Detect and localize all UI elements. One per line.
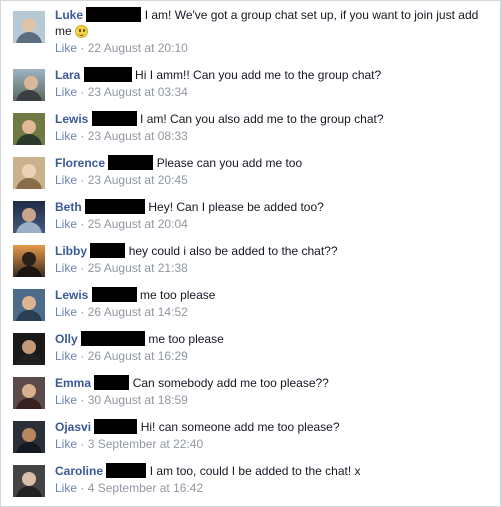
like-link[interactable]: Like — [55, 217, 77, 231]
comment-item: Luke I am! We've got a group chat set up… — [13, 7, 492, 63]
separator: · — [80, 261, 85, 275]
comment-text: me too please — [140, 288, 216, 302]
avatar[interactable] — [13, 333, 45, 365]
comment-timestamp[interactable]: 23 August at 03:34 — [88, 85, 188, 99]
comment-text: Hi I amm!! Can you add me to the group c… — [135, 68, 382, 82]
comment-item: Florence Please can you add me too Like … — [13, 155, 492, 195]
comment-thread: Luke I am! We've got a group chat set up… — [0, 0, 501, 507]
comment-author[interactable]: Lewis — [55, 112, 88, 126]
comment-author[interactable]: Lewis — [55, 288, 88, 302]
comment-timestamp[interactable]: 26 August at 14:52 — [88, 305, 188, 319]
comment-timestamp[interactable]: 30 August at 18:59 — [88, 393, 188, 407]
comment-author[interactable]: Caroline — [55, 464, 103, 478]
redaction-bar — [83, 67, 132, 82]
redaction-bar — [85, 199, 146, 214]
separator: · — [80, 129, 85, 143]
comment-text: me too please — [148, 332, 224, 346]
like-link[interactable]: Like — [55, 349, 77, 363]
comment-author[interactable]: Ojasvi — [55, 420, 91, 434]
separator: · — [80, 173, 85, 187]
comment-item: Caroline I am too, could I be added to t… — [13, 463, 492, 503]
separator: · — [80, 437, 85, 451]
comment-text: I am! Can you also add me to the group c… — [140, 112, 384, 126]
like-link[interactable]: Like — [55, 261, 77, 275]
comment-timestamp[interactable]: 26 August at 16:29 — [88, 349, 188, 363]
comment-timestamp[interactable]: 4 September at 16:42 — [88, 481, 203, 495]
comment-author[interactable]: Beth — [55, 200, 82, 214]
comment-timestamp[interactable]: 23 August at 08:33 — [88, 129, 188, 143]
comment-author[interactable]: Florence — [55, 156, 105, 170]
comment-author[interactable]: Libby — [55, 244, 87, 258]
avatar[interactable] — [13, 245, 45, 277]
separator: · — [80, 85, 85, 99]
comment-timestamp[interactable]: 3 September at 22:40 — [88, 437, 203, 451]
comment-item: Beth Hey! Can I please be added too? Lik… — [13, 199, 492, 239]
like-link[interactable]: Like — [55, 481, 77, 495]
separator: · — [80, 349, 85, 363]
comment-text: Can somebody add me too please?? — [132, 376, 329, 390]
avatar[interactable] — [13, 377, 45, 409]
like-link[interactable]: Like — [55, 437, 77, 451]
comment-text: I am! We've got a group chat set up, if … — [144, 8, 479, 22]
smile-icon — [75, 25, 89, 38]
separator: · — [80, 217, 85, 231]
comment-timestamp[interactable]: 25 August at 21:38 — [88, 261, 188, 275]
comment-author[interactable]: Emma — [55, 376, 91, 390]
comment-author[interactable]: Luke — [55, 8, 83, 22]
separator: · — [80, 41, 85, 55]
redaction-bar — [81, 331, 146, 346]
redaction-bar — [86, 7, 142, 22]
redaction-bar — [108, 155, 154, 170]
comment-text: Hi! can someone add me too please? — [140, 420, 340, 434]
separator: · — [80, 393, 85, 407]
comment-item: Lara Hi I amm!! Can you add me to the gr… — [13, 67, 492, 107]
comment-timestamp[interactable]: 22 August at 20:10 — [88, 41, 188, 55]
comment-timestamp[interactable]: 23 August at 20:45 — [88, 173, 188, 187]
like-link[interactable]: Like — [55, 85, 77, 99]
like-link[interactable]: Like — [55, 41, 77, 55]
avatar[interactable] — [13, 465, 45, 497]
like-link[interactable]: Like — [55, 173, 77, 187]
comment-item: Olly me too please Like · 26 August at 1… — [13, 331, 492, 371]
like-link[interactable]: Like — [55, 129, 77, 143]
comment-text-continued: me — [55, 24, 72, 38]
comment-item: Emma Can somebody add me too please?? Li… — [13, 375, 492, 415]
avatar[interactable] — [13, 157, 45, 189]
redaction-bar — [94, 419, 138, 434]
comment-item: Lewis I am! Can you also add me to the g… — [13, 111, 492, 151]
redaction-bar — [106, 463, 147, 478]
separator: · — [80, 305, 85, 319]
avatar[interactable] — [13, 69, 45, 101]
comment-text: I am too, could I be added to the chat! … — [149, 464, 361, 478]
avatar[interactable] — [13, 421, 45, 453]
redaction-bar — [94, 375, 130, 390]
comment-author[interactable]: Olly — [55, 332, 78, 346]
separator: · — [80, 481, 85, 495]
redaction-bar — [91, 287, 137, 302]
redaction-bar — [91, 111, 137, 126]
redaction-bar — [90, 243, 126, 258]
comment-author[interactable]: Lara — [55, 68, 80, 82]
avatar[interactable] — [13, 11, 45, 43]
avatar[interactable] — [13, 289, 45, 321]
like-link[interactable]: Like — [55, 393, 77, 407]
comment-text: Please can you add me too — [156, 156, 303, 170]
avatar[interactable] — [13, 113, 45, 145]
comment-item: Ojasvi Hi! can someone add me too please… — [13, 419, 492, 459]
comment-text: hey could i also be added to the chat?? — [128, 244, 338, 258]
like-link[interactable]: Like — [55, 305, 77, 319]
comment-item: Libby hey could i also be added to the c… — [13, 243, 492, 283]
comment-item: Lewis me too please Like · 26 August at … — [13, 287, 492, 327]
avatar[interactable] — [13, 201, 45, 233]
comment-timestamp[interactable]: 25 August at 20:04 — [88, 217, 188, 231]
comment-text: Hey! Can I please be added too? — [148, 200, 324, 214]
